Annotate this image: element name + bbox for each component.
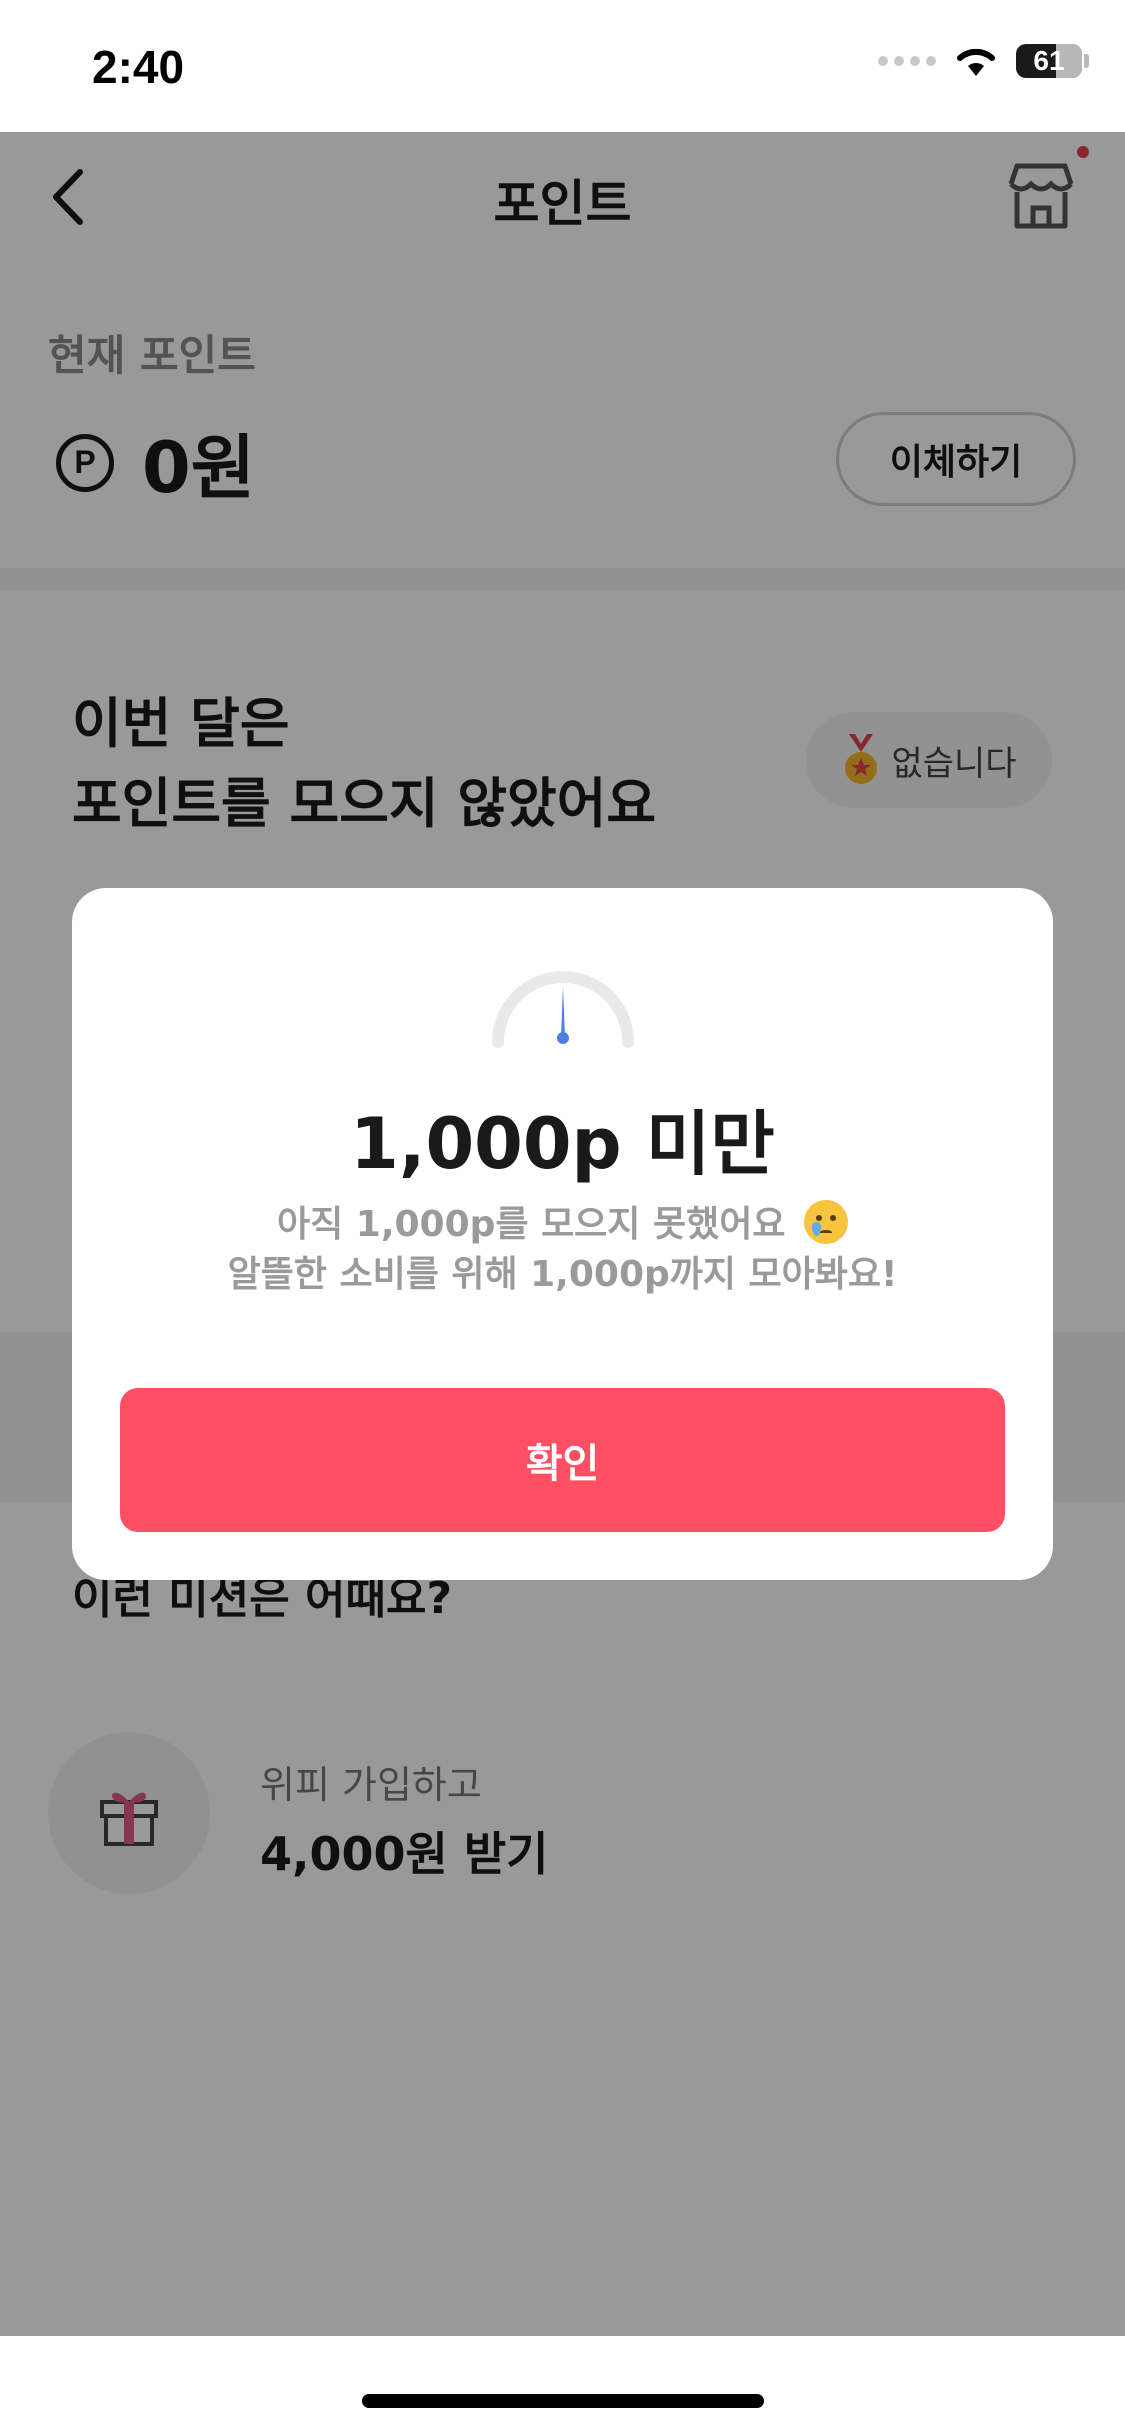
home-indicator-area xyxy=(0,2336,1125,2436)
gauge-needle xyxy=(561,986,565,1038)
points-threshold-modal: 1,000p 미만 아직 1,000p를 모으지 못했어요 알뜰한 소비를 위해… xyxy=(72,888,1053,1580)
status-time: 2:40 xyxy=(92,41,185,93)
gauge-icon xyxy=(492,971,634,1048)
crying-face-icon xyxy=(804,1200,848,1244)
confirm-button[interactable]: 확인 xyxy=(120,1388,1005,1532)
battery-icon: 61 xyxy=(1016,44,1082,78)
home-indicator[interactable] xyxy=(362,2394,764,2408)
battery-level: 61 xyxy=(1033,45,1065,76)
status-indicators: 61 xyxy=(878,44,1089,78)
status-bar: 2:40 61 xyxy=(0,0,1125,132)
modal-description: 아직 1,000p를 모으지 못했어요 알뜰한 소비를 위해 1,000p까지 … xyxy=(72,1200,1053,1300)
wifi-icon xyxy=(957,48,995,76)
cellular-signal-icon xyxy=(878,56,936,66)
modal-title: 1,000p 미만 xyxy=(350,1103,775,1185)
modal-description-line2: 알뜰한 소비를 위해 1,000p까지 모아봐요! xyxy=(227,1254,898,1295)
modal-description-line1: 아직 1,000p를 모으지 못했어요 xyxy=(277,1204,786,1245)
battery-cap xyxy=(1084,54,1089,68)
